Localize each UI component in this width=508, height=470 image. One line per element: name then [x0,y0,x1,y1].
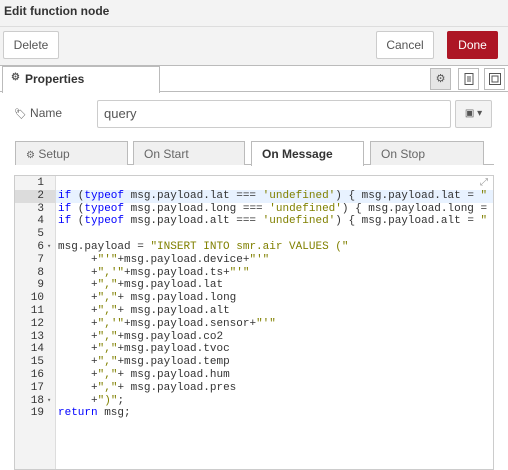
gear-icon: ⚙ [26,150,35,161]
line-number: 16 [30,368,44,381]
code-line[interactable]: 19 return msg; [15,407,493,420]
code-text: +")"; [91,394,125,407]
line-number: 1 [37,177,44,189]
code-text: +","+msg.payload.temp [91,356,230,369]
delete-button[interactable]: Delete [3,31,59,59]
code-line[interactable]: 9 +","+msg.payload.lat [15,279,493,292]
gear-icon: ⚙ [435,73,446,85]
code-line[interactable]: 1 [15,177,493,190]
code-line[interactable]: 3 if (typeof msg.payload.long === 'undefi… [15,203,493,216]
code-line[interactable]: 7 +"'"+msg.payload.device+"'" [15,254,493,267]
code-text: +",'"+msg.payload.sensor+"'" [91,317,276,330]
code-text: +"'"+msg.payload.device+"'" [91,253,270,266]
code-text: +","+ msg.payload.pres [91,381,237,394]
cancel-button[interactable]: Cancel [376,31,434,59]
function-subtabs: ⚙ Setup On Start On Message On Stop [15,141,494,166]
node-settings-icon-button[interactable]: ⚙ [430,68,451,90]
code-line[interactable]: 10 +","+ msg.payload.long [15,292,493,305]
tab-on-stop[interactable]: On Stop [370,141,484,165]
icon-select-button[interactable]: ▣ ▾ [455,100,492,128]
document-icon [464,73,474,88]
code-text: +",'"+msg.payload.ts+"'" [91,266,250,279]
code-line[interactable]: 8 +",'"+msg.payload.ts+"'" [15,267,493,280]
code-text: if (typeof msg.payload.long === 'undefin… [58,202,488,215]
code-text: if (typeof msg.payload.alt === 'undefine… [58,215,488,228]
name-input[interactable]: query [97,100,451,128]
name-label: 🏷 Name [14,106,62,120]
code-line[interactable]: 17 +","+ msg.payload.pres [15,382,493,395]
code-text: +","+msg.payload.co2 [91,330,224,343]
done-button[interactable]: Done [447,31,498,59]
line-number: 5 [37,228,44,241]
code-line[interactable]: 18 ▾ +")"; [15,395,493,408]
code-text: return msg; [58,407,131,420]
code-text: +","+ msg.payload.alt [91,304,230,317]
book-icon: ▣ [464,108,475,119]
tab-on-stop-label: On Stop [381,147,426,161]
tab-on-message[interactable]: On Message [251,141,364,166]
code-text: if (typeof msg.payload.lat === 'undefine… [58,189,488,202]
line-number: 13 [30,330,44,343]
code-text: +","+ msg.payload.long [91,292,237,305]
tab-setup[interactable]: ⚙ Setup [15,141,128,165]
code-line[interactable]: 16 +","+ msg.payload.hum [15,369,493,382]
caret-down-icon: ▾ [477,108,483,119]
line-number: 11 [30,304,44,317]
tag-icon: 🏷 [14,109,27,120]
code-line[interactable]: 14 +","+msg.payload.tvoc [15,343,493,356]
fold-arrow-icon[interactable]: ▾ [47,395,51,408]
code-text: +","+msg.payload.lat [91,279,224,292]
code-line[interactable]: 4 if (typeof msg.payload.alt === 'undefin… [15,215,493,228]
line-number: 12 [30,317,44,330]
title-bar: Edit function node [0,0,508,27]
line-number: 8 [37,266,44,279]
line-number: 2 [15,189,56,203]
code-line[interactable]: 6 ▾ msg.payload = "INSERT INTO smr.air VAL… [15,241,493,254]
line-number: 4 [37,215,44,228]
line-number: 9 [37,279,44,292]
appearance-icon [488,73,501,88]
code-line[interactable]: 13 +","+msg.payload.co2 [15,331,493,344]
tab-on-start[interactable]: On Start [133,141,245,165]
code-line[interactable]: 12 +",'"+msg.payload.sensor+"'" [15,318,493,331]
fold-arrow-icon[interactable]: ▾ [47,241,51,254]
code-line[interactable]: 15 +","+msg.payload.temp [15,356,493,369]
code-lines: 1 2 if (typeof msg.payload.lat === 'undefi… [15,176,493,420]
line-number: 10 [30,292,44,305]
code-text: msg.payload = "INSERT INTO smr.air VALUE… [58,240,349,253]
code-line[interactable]: 2 if (typeof msg.payload.lat === 'undefin… [15,189,493,203]
code-line[interactable]: 11 +","+ msg.payload.alt [15,305,493,318]
line-number: 7 [37,253,44,266]
tab-properties-label: Properties [25,72,85,86]
tab-on-message-label: On Message [262,147,333,161]
code-editor[interactable]: 1 2 if (typeof msg.payload.lat === 'undefi… [14,175,494,470]
tab-on-start-label: On Start [144,147,189,161]
code-text: +","+msg.payload.tvoc [91,343,230,356]
line-number: 15 [30,356,44,369]
line-number: 19 [30,407,44,420]
dialog-title: Edit function node [4,4,110,18]
line-number: 17 [30,381,44,394]
node-description-icon-button[interactable] [458,68,479,90]
expand-editor-icon[interactable]: ⤢ [478,177,490,189]
tab-setup-label: Setup [38,147,70,161]
line-number: 3 [37,202,44,215]
name-label-text: Name [30,106,63,120]
tab-properties[interactable]: ⚙ Properties [2,66,160,93]
line-number: 14 [30,343,44,356]
properties-tab-bar: ⚙ Properties ⚙ [0,66,508,93]
node-appearance-icon-button[interactable] [484,68,505,90]
tray-toolbar: Delete Cancel Done [0,27,508,66]
code-line[interactable]: 5 [15,228,493,241]
code-text: +","+ msg.payload.hum [91,368,230,381]
gear-icon: ⚙ [11,72,20,83]
